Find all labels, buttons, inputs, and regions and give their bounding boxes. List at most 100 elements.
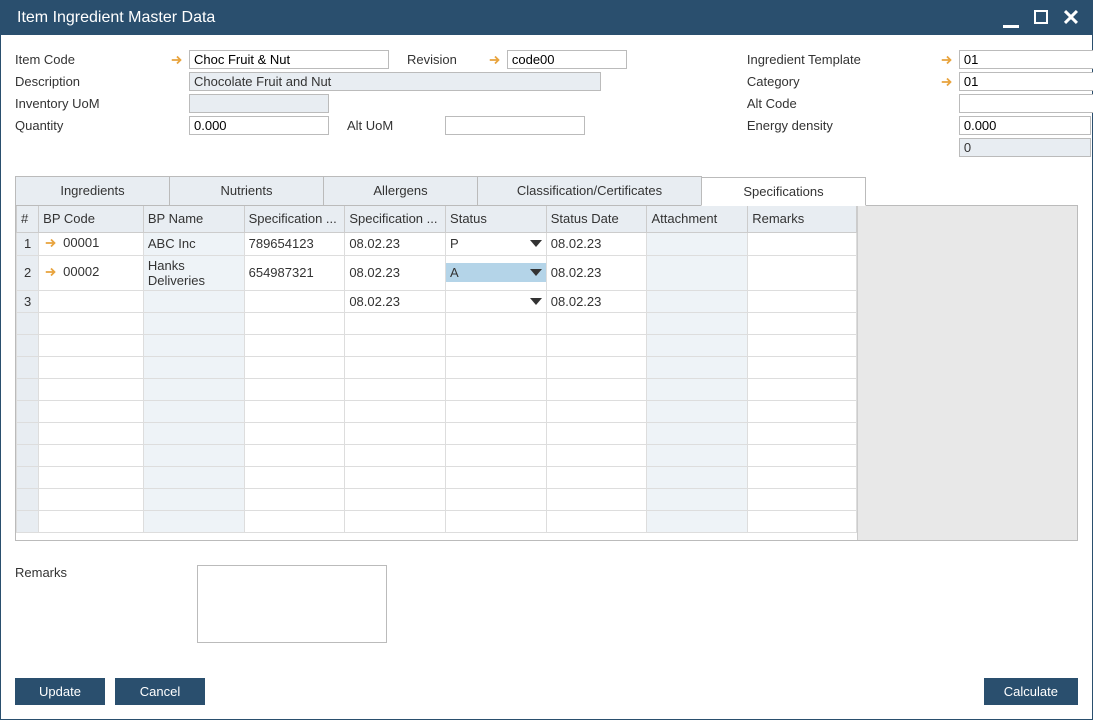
grid-spacer [857,206,1077,540]
cancel-button[interactable]: Cancel [115,678,205,705]
bp-code-cell[interactable]: 00001 [39,232,144,255]
col-header-bp-name[interactable]: BP Name [143,206,244,232]
table-row[interactable] [17,488,857,510]
alt-uom-input[interactable] [445,116,585,135]
tabs-container: Ingredients Nutrients Allergens Classifi… [15,176,1078,541]
minimize-icon [1003,25,1019,28]
row-num[interactable] [17,422,39,444]
specifications-grid[interactable]: # BP Code BP Name Specification ... Spec… [16,206,857,533]
table-row[interactable] [17,312,857,334]
category-label: Category [747,74,939,89]
maximize-button[interactable] [1030,8,1052,28]
row-num[interactable] [17,488,39,510]
inventory-uom-input[interactable] [189,94,329,113]
quantity-input[interactable] [189,116,329,135]
table-row[interactable] [17,422,857,444]
col-header-status[interactable]: Status [446,206,547,232]
bp-name-cell[interactable] [143,290,244,312]
row-num[interactable] [17,466,39,488]
update-button[interactable]: Update [15,678,105,705]
col-header-remarks[interactable]: Remarks [748,206,857,232]
alt-code-input[interactable] [959,94,1093,113]
status-value: A [450,265,459,280]
bp-code-cell[interactable]: 00002 [39,255,144,290]
attachment-cell[interactable] [647,255,748,290]
table-row[interactable] [17,378,857,400]
dropdown-icon[interactable] [530,240,542,247]
category-link-icon[interactable] [939,74,955,90]
remarks-cell[interactable] [748,290,857,312]
col-header-status-date[interactable]: Status Date [546,206,647,232]
minimize-button[interactable] [1000,8,1022,28]
bp-link-icon[interactable] [43,264,59,280]
tab-nutrients[interactable]: Nutrients [169,176,324,205]
table-row[interactable]: 3 08.02.23 08.02.23 [17,290,857,312]
bp-code-cell[interactable] [39,290,144,312]
ingredient-template-input[interactable] [959,50,1093,69]
row-num[interactable]: 2 [17,255,39,290]
tab-specifications[interactable]: Specifications [701,177,866,206]
window: Item Ingredient Master Data ✕ Item Code … [0,0,1093,720]
ingredient-template-link-icon[interactable] [939,52,955,68]
status-date-cell[interactable]: 08.02.23 [546,290,647,312]
spec-code-cell[interactable]: 654987321 [244,255,345,290]
row-num[interactable] [17,334,39,356]
bp-name-cell[interactable]: ABC Inc [143,232,244,255]
attachment-cell[interactable] [647,290,748,312]
item-code-input[interactable] [189,50,389,69]
col-header-num[interactable]: # [17,206,39,232]
tab-classification[interactable]: Classification/Certificates [477,176,702,205]
dropdown-icon[interactable] [530,269,542,276]
attachment-cell[interactable] [647,232,748,255]
description-label: Description [15,74,169,89]
category-input[interactable] [959,72,1093,91]
dropdown-icon[interactable] [530,298,542,305]
close-button[interactable]: ✕ [1060,7,1082,29]
revision-link-icon[interactable] [487,52,503,68]
table-row[interactable] [17,444,857,466]
row-num[interactable] [17,378,39,400]
remarks-cell[interactable] [748,232,857,255]
col-header-attachment[interactable]: Attachment [647,206,748,232]
row-num[interactable] [17,400,39,422]
status-date-cell[interactable]: 08.02.23 [546,255,647,290]
row-num[interactable]: 3 [17,290,39,312]
row-num[interactable] [17,510,39,532]
table-row[interactable] [17,356,857,378]
item-code-link-icon[interactable] [169,52,185,68]
table-row[interactable]: 200002Hanks Deliveries65498732108.02.23A… [17,255,857,290]
status-cell[interactable]: P [446,232,547,255]
table-row[interactable] [17,510,857,532]
tab-ingredients[interactable]: Ingredients [15,176,170,205]
bp-name-cell[interactable]: Hanks Deliveries [143,255,244,290]
bp-link-icon[interactable] [43,235,59,251]
col-header-spec-date[interactable]: Specification ... [345,206,446,232]
spec-code-cell[interactable]: 789654123 [244,232,345,255]
table-row[interactable]: 100001ABC Inc78965412308.02.23P08.02.23 [17,232,857,255]
table-row[interactable] [17,466,857,488]
table-row[interactable] [17,334,857,356]
row-num[interactable] [17,356,39,378]
col-header-spec-code[interactable]: Specification ... [244,206,345,232]
col-header-bp-code[interactable]: BP Code [39,206,144,232]
status-cell[interactable] [446,290,547,312]
row-num[interactable] [17,444,39,466]
energy-density-kcal-input[interactable] [959,116,1091,135]
tab-allergens[interactable]: Allergens [323,176,478,205]
description-input[interactable] [189,72,601,91]
revision-input[interactable] [507,50,627,69]
status-date-cell[interactable]: 08.02.23 [546,232,647,255]
spec-date-cell[interactable]: 08.02.23 [345,290,446,312]
spec-code-cell[interactable] [244,290,345,312]
spec-date-cell[interactable]: 08.02.23 [345,232,446,255]
status-cell[interactable]: A [446,255,547,290]
calculate-button[interactable]: Calculate [984,678,1078,705]
remarks-cell[interactable] [748,255,857,290]
table-row[interactable] [17,400,857,422]
remarks-textarea[interactable] [197,565,387,643]
row-num[interactable]: 1 [17,232,39,255]
remarks-label: Remarks [15,565,67,580]
energy-density-kj-input[interactable] [959,138,1091,157]
row-num[interactable] [17,312,39,334]
spec-date-cell[interactable]: 08.02.23 [345,255,446,290]
